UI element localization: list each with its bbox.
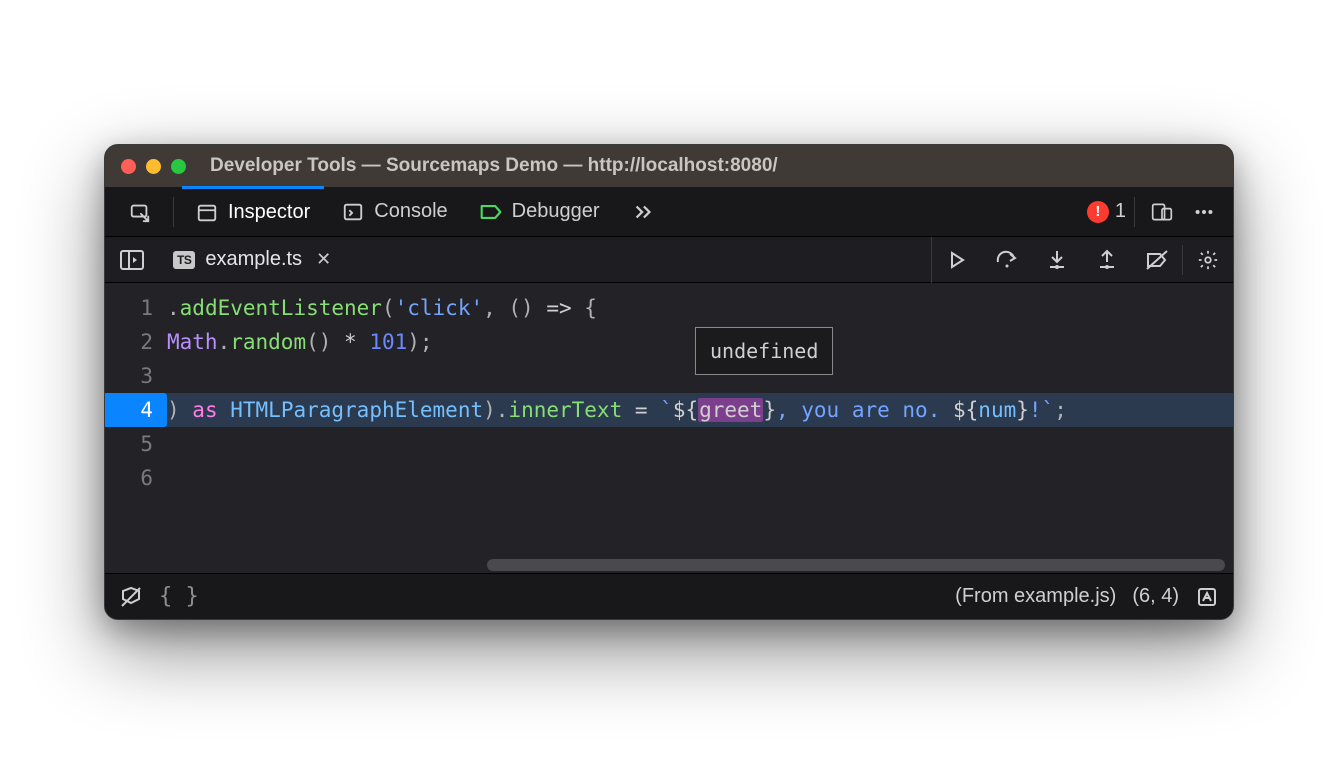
tab-label: Debugger	[512, 200, 600, 223]
pick-element-button[interactable]	[115, 187, 165, 237]
debugger-icon	[480, 201, 502, 223]
tooltip-value: undefined	[710, 339, 818, 363]
file-tab-bar: TS example.ts ✕	[105, 237, 1233, 283]
source-origin: (From example.js)	[955, 585, 1116, 608]
status-bar: { } (From example.js) (6, 4)	[105, 573, 1233, 619]
responsive-mode-button[interactable]	[1143, 187, 1181, 237]
kebab-menu-button[interactable]	[1185, 187, 1223, 237]
close-window-button[interactable]	[121, 159, 136, 174]
line-number[interactable]: 5	[105, 427, 167, 461]
blackbox-button[interactable]	[119, 585, 143, 609]
sources-tree-toggle[interactable]	[105, 248, 159, 272]
console-icon	[342, 201, 364, 223]
tab-label: Console	[374, 200, 447, 223]
step-out-button[interactable]	[1082, 237, 1132, 283]
tab-inspector[interactable]: Inspector	[182, 186, 324, 236]
titlebar[interactable]: Developer Tools — Sourcemaps Demo — http…	[105, 145, 1233, 187]
window-title: Developer Tools — Sourcemaps Demo — http…	[210, 155, 778, 177]
close-tab-button[interactable]: ✕	[316, 249, 331, 270]
hovered-variable[interactable]: greet	[698, 398, 763, 422]
devtools-window: Developer Tools — Sourcemaps Demo — http…	[104, 144, 1234, 620]
tab-label: Inspector	[228, 201, 310, 224]
line-number[interactable]: 2	[105, 325, 167, 359]
error-count-badge[interactable]: ! 1	[1087, 200, 1126, 223]
separator	[1134, 197, 1135, 227]
devtools-toolbar: Inspector Console Debugger ! 1	[105, 187, 1233, 237]
error-icon: !	[1087, 201, 1109, 223]
cursor-position: (6, 4)	[1132, 585, 1179, 608]
scroll-thumb[interactable]	[487, 559, 1225, 571]
separator	[173, 197, 174, 227]
file-name: example.ts	[205, 248, 302, 271]
overflow-tabs-button[interactable]	[618, 187, 668, 237]
zoom-window-button[interactable]	[171, 159, 186, 174]
line-number[interactable]: 6	[105, 461, 167, 495]
value-tooltip: undefined	[695, 327, 833, 375]
debugger-settings-button[interactable]	[1183, 237, 1233, 283]
code-line[interactable]: 2 Math.random() * 101);	[105, 325, 1233, 359]
code-line[interactable]: 5	[105, 427, 1233, 461]
error-count: 1	[1115, 200, 1126, 223]
resume-button[interactable]	[932, 237, 982, 283]
file-tab[interactable]: TS example.ts ✕	[159, 237, 345, 283]
file-type-badge: TS	[173, 251, 195, 269]
inspector-icon	[196, 202, 218, 224]
step-in-button[interactable]	[1032, 237, 1082, 283]
horizontal-scrollbar[interactable]	[167, 557, 1233, 573]
line-number[interactable]: 3	[105, 359, 167, 393]
tab-console[interactable]: Console	[328, 187, 461, 237]
devices-icon	[1151, 201, 1173, 223]
step-over-button[interactable]	[982, 237, 1032, 283]
debugger-controls	[931, 237, 1233, 283]
code-line[interactable]: 3	[105, 359, 1233, 393]
sourcemap-button[interactable]	[1195, 585, 1219, 609]
code-line[interactable]: 1 .addEventListener('click', () => {	[105, 291, 1233, 325]
code-line[interactable]: 6	[105, 461, 1233, 495]
tab-debugger[interactable]: Debugger	[466, 187, 614, 237]
minimize-window-button[interactable]	[146, 159, 161, 174]
pick-element-icon	[129, 201, 151, 223]
pretty-print-button[interactable]: { }	[159, 584, 199, 609]
window-controls	[121, 159, 186, 174]
deactivate-breakpoints-button[interactable]	[1132, 237, 1182, 283]
line-number[interactable]: 1	[105, 291, 167, 325]
line-number[interactable]: 4	[105, 393, 167, 427]
chevron-double-right-icon	[632, 201, 654, 223]
more-horizontal-icon	[1193, 201, 1215, 223]
code-editor[interactable]: 1 .addEventListener('click', () => { 2 M…	[105, 283, 1233, 573]
code-line-current[interactable]: 4 ) as HTMLParagraphElement).innerText =…	[105, 393, 1233, 427]
